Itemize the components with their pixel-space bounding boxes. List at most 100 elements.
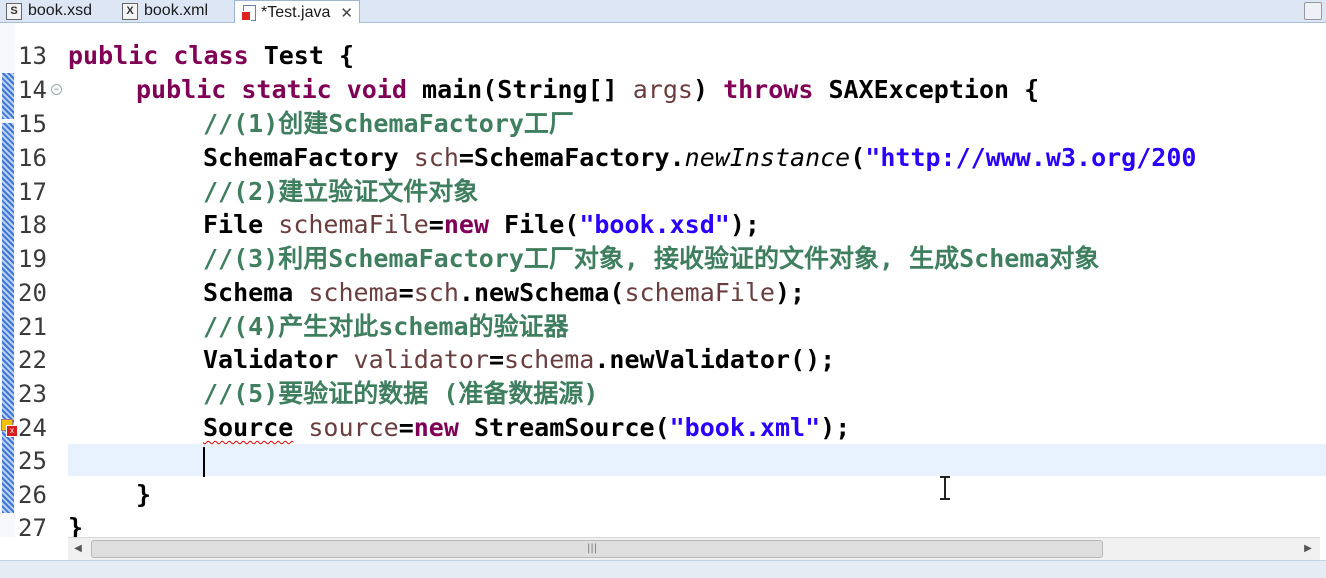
tab-book-xml[interactable]: X book.xml — [122, 0, 208, 22]
code-line-16: 16 SchemaFactory sch=SchemaFactory.newIn… — [0, 141, 1326, 175]
line-number: 25 — [18, 447, 47, 475]
line-number: 18 — [18, 211, 47, 239]
string-literal: "book.xml" — [669, 413, 821, 442]
code-text: ( — [850, 143, 866, 172]
line-number: 16 — [18, 144, 47, 172]
code-text: .newValidator(); — [594, 345, 836, 374]
code-line-14: 14 − public static void main(String[] ar… — [0, 73, 1326, 107]
maximize-icon[interactable] — [1304, 2, 1322, 20]
line-number: 13 — [18, 42, 47, 70]
code-text: } — [68, 513, 84, 537]
line-number: 24 — [18, 414, 47, 442]
variable: schemaFile — [624, 278, 775, 307]
code-line-15: 15 //(1)创建SchemaFactory工厂 — [0, 107, 1326, 141]
variable: schema — [308, 278, 399, 307]
error-squiggle-type: Source — [203, 413, 294, 442]
code-text: = — [428, 210, 444, 239]
fold-collapse-icon[interactable]: − — [51, 84, 62, 95]
tab-book-xsd[interactable]: S book.xsd — [6, 0, 92, 22]
keyword: static — [241, 75, 332, 104]
code-text: SchemaFactory — [203, 143, 414, 172]
line-number: 26 — [18, 481, 47, 509]
code-text: File( — [489, 210, 580, 239]
code-text: ); — [820, 413, 851, 442]
code-line-23: 23 //(5)要验证的数据 (准备数据源) — [0, 377, 1326, 411]
code-line-18: 18 File schemaFile=new File("book.xsd"); — [0, 208, 1326, 242]
code-line-24: x 24 Source source=new StreamSource("boo… — [0, 411, 1326, 445]
variable: sch — [413, 143, 459, 172]
string-literal: "book.xsd" — [579, 210, 730, 239]
comment: //(5)要验证的数据 (准备数据源) — [203, 379, 599, 408]
line-number: 20 — [18, 279, 47, 307]
code-line-21: 21 //(4)产生对此schema的验证器 — [0, 310, 1326, 344]
keyword: public — [136, 75, 227, 104]
string-literal: "http://www.w3.org/200 — [865, 143, 1197, 172]
code-text: File — [203, 210, 279, 239]
code-text: =SchemaFactory. — [458, 143, 685, 172]
scroll-left-icon[interactable]: ◀ — [70, 540, 86, 558]
code-editor[interactable]: 13 public class Test { 14 − public stati… — [0, 23, 1326, 537]
java-file-error-icon — [241, 5, 256, 21]
text-caret — [203, 447, 205, 477]
code-text: Validator — [203, 345, 354, 374]
code-line-25: 25 — [0, 444, 1326, 478]
line-number: 23 — [18, 380, 47, 408]
keyword: throws — [723, 75, 814, 104]
tab-label: book.xsd — [28, 2, 93, 19]
line-number: 14 — [18, 76, 47, 104]
code-text: ); — [729, 210, 760, 239]
code-text: Schema — [203, 278, 309, 307]
scroll-right-icon[interactable]: ▶ — [1300, 540, 1316, 558]
mouse-ibeam-cursor-icon — [940, 476, 950, 500]
variable: schemaFile — [278, 210, 429, 239]
parameter: args — [632, 75, 693, 104]
code-text: .newSchema( — [458, 278, 625, 307]
variable: source — [308, 413, 399, 442]
keyword: new — [443, 210, 489, 239]
line-number: 27 — [18, 514, 47, 537]
keyword: class — [173, 41, 249, 70]
comment: //(1)创建SchemaFactory工厂 — [203, 109, 574, 138]
variable: schema — [504, 345, 595, 374]
code-text: = — [398, 278, 414, 307]
comment: //(3)利用SchemaFactory工厂对象, 接收验证的文件对象, 生成S… — [203, 244, 1100, 273]
code-line-19: 19 //(3)利用SchemaFactory工厂对象, 接收验证的文件对象, … — [0, 242, 1326, 276]
code-text: ) — [692, 75, 724, 104]
code-text: Test { — [248, 41, 354, 70]
line-number: 17 — [18, 178, 47, 206]
code-line-20: 20 Schema schema=sch.newSchema(schemaFil… — [0, 276, 1326, 310]
comment: //(2)建立验证文件对象 — [203, 177, 479, 206]
code-line-26: 26 } — [0, 478, 1326, 512]
code-line-13: 13 public class Test { — [0, 39, 1326, 73]
comment: //(4)产生对此schema的验证器 — [203, 312, 569, 341]
code-line-27: 27 } — [0, 511, 1326, 537]
line-number: 19 — [18, 245, 47, 273]
horizontal-scrollbar[interactable]: ◀ ||| ▶ — [68, 537, 1320, 560]
line-number: 22 — [18, 346, 47, 374]
error-marker-icon[interactable]: x — [1, 419, 18, 437]
static-method: newInstance — [684, 143, 851, 172]
code-line-17: 17 //(2)建立验证文件对象 — [0, 175, 1326, 209]
scrollbar-thumb[interactable]: ||| — [91, 540, 1103, 558]
code-text: } — [136, 480, 152, 509]
xsd-file-icon: S — [6, 2, 22, 20]
tab-test-java[interactable]: *Test.java ✕ — [234, 0, 360, 24]
variable: sch — [413, 278, 459, 307]
line-number: 21 — [18, 313, 47, 341]
code-line-22: 22 Validator validator=schema.newValidat… — [0, 343, 1326, 377]
editor-tab-bar: S book.xsd X book.xml *Test.java ✕ — [0, 0, 1326, 24]
code-text: = — [488, 345, 505, 374]
keyword: public — [68, 41, 159, 70]
keyword: new — [413, 413, 459, 442]
code-text: StreamSource( — [458, 413, 670, 442]
code-text: main(String[] — [406, 75, 633, 104]
keyword: void — [346, 75, 407, 104]
line-number: 15 — [18, 110, 47, 138]
grip-icon: ||| — [587, 543, 598, 554]
tab-label: book.xml — [144, 2, 209, 19]
close-tab-icon[interactable]: ✕ — [340, 4, 353, 22]
xml-file-icon: X — [122, 2, 138, 20]
code-text: = — [398, 413, 414, 442]
variable: validator — [353, 345, 489, 374]
